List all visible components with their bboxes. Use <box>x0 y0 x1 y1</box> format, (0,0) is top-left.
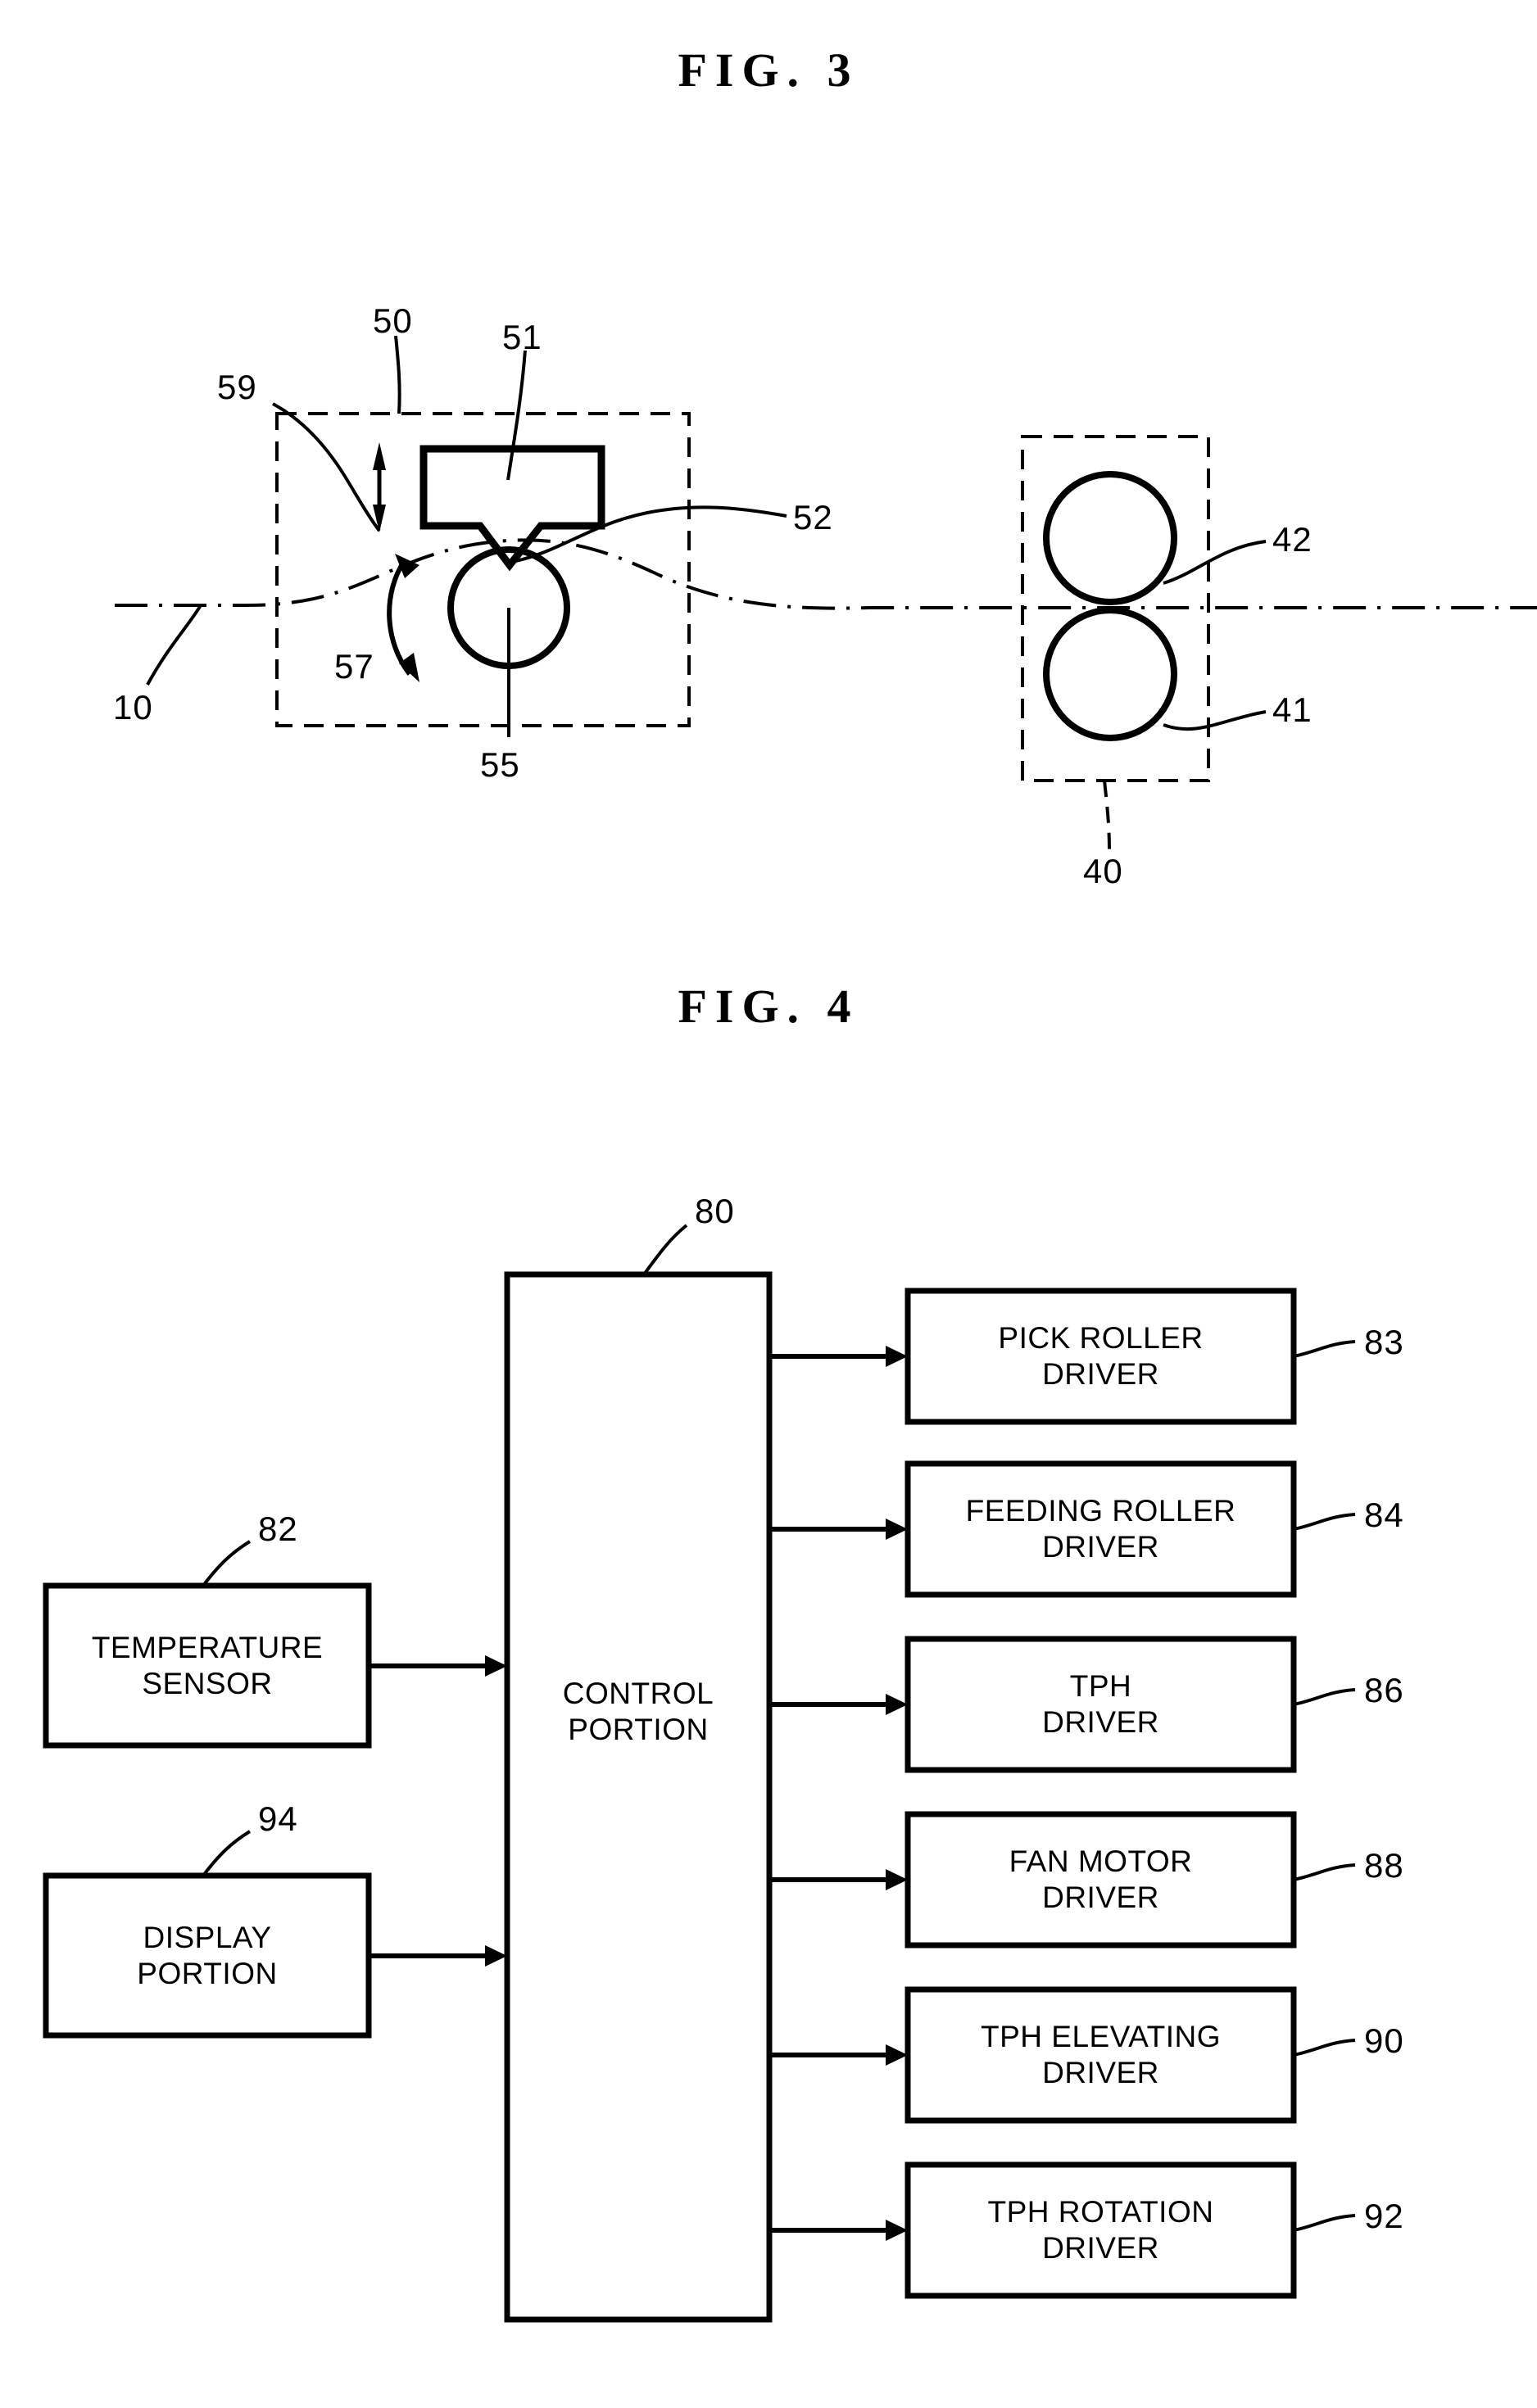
output-arrow-90 <box>769 2044 908 2066</box>
ref-numeral-52: 52 <box>793 498 833 536</box>
leader-88 <box>1293 1863 1356 1881</box>
leader-41 <box>1163 710 1267 731</box>
output-arrow-84 <box>769 1519 908 1540</box>
output-arrow-86 <box>769 1694 908 1715</box>
control-portion-box <box>504 1271 773 2323</box>
leader-52 <box>510 505 787 564</box>
upper-feeding-roller <box>1043 471 1177 605</box>
input-arrow-display <box>369 1945 507 1967</box>
fig3-group <box>115 335 1537 853</box>
feeding-roller-enclosure <box>1021 435 1210 782</box>
feeding-roller-driver-label: FEEDING ROLLER DRIVER <box>965 1494 1236 1564</box>
output-arrow-88 <box>769 1869 908 1890</box>
ref-numeral-51: 51 <box>502 318 542 356</box>
ref-numeral-83: 83 <box>1364 1323 1404 1361</box>
leader-92 <box>1293 2214 1356 2232</box>
output-arrow-92 <box>769 2220 908 2241</box>
ref-numeral-59: 59 <box>217 368 257 406</box>
leader-42 <box>1163 540 1267 585</box>
ref-numeral-80: 80 <box>695 1192 735 1230</box>
paper-path-leader <box>146 604 202 686</box>
tph-rotation-driver-label: TPH ROTATION DRIVER <box>987 2195 1214 2265</box>
leader-94 <box>202 1830 252 1877</box>
ref-numeral-42: 42 <box>1272 520 1313 559</box>
ref-numeral-41: 41 <box>1272 690 1313 729</box>
ref-numeral-57: 57 <box>334 647 374 686</box>
leader-83 <box>1293 1340 1356 1358</box>
tph-elevating-arrow <box>373 442 386 532</box>
fan-motor-driver-label: FAN MOTOR DRIVER <box>1009 1844 1193 1914</box>
figure-3-title: FIG. 3 <box>678 43 859 97</box>
leader-86 <box>1293 1688 1356 1706</box>
ref-numeral-10: 10 <box>113 688 153 726</box>
paper-path-line <box>115 538 1537 610</box>
leader-59 <box>272 402 381 532</box>
tph-driver-label: TPH DRIVER <box>1042 1669 1159 1739</box>
figure-4-title: FIG. 4 <box>678 980 859 1033</box>
ref-numeral-94: 94 <box>258 1799 298 1838</box>
leader-90 <box>1293 2039 1356 2057</box>
output-arrow-83 <box>769 1346 908 1367</box>
leader-84 <box>1293 1513 1356 1531</box>
platen-roller-rotation-arrow <box>387 554 419 682</box>
thermal-print-head-body <box>419 445 605 572</box>
leader-82 <box>202 1540 252 1587</box>
ref-numeral-88: 88 <box>1364 1846 1404 1885</box>
tph-elevating-driver-label: TPH ELEVATING DRIVER <box>981 2020 1221 2089</box>
ref-numeral-84: 84 <box>1364 1496 1404 1534</box>
pick-roller-driver-label: PICK ROLLER DRIVER <box>998 1321 1204 1391</box>
leader-50 <box>394 335 401 414</box>
leader-51 <box>506 350 527 481</box>
leader-80 <box>642 1224 688 1276</box>
platen-roller <box>447 546 570 669</box>
temperature-sensor-label: TEMPERATURE SENSOR <box>91 1630 324 1700</box>
ref-numeral-92: 92 <box>1364 2197 1404 2235</box>
ref-numeral-90: 90 <box>1364 2021 1404 2060</box>
ref-numeral-50: 50 <box>373 301 413 340</box>
ref-numeral-86: 86 <box>1364 1671 1404 1709</box>
lower-feeding-roller <box>1043 607 1177 741</box>
leader-40 <box>1103 780 1111 853</box>
display-portion-label: DISPLAY PORTION <box>137 1920 278 1990</box>
ref-numeral-55: 55 <box>480 745 520 784</box>
ref-numeral-40: 40 <box>1083 852 1123 890</box>
ref-numeral-82: 82 <box>258 1510 298 1548</box>
patent-figures-lineart <box>43 335 1537 2323</box>
control-portion-label: CONTROL PORTION <box>562 1677 714 1746</box>
input-arrow-temperature <box>369 1655 507 1677</box>
